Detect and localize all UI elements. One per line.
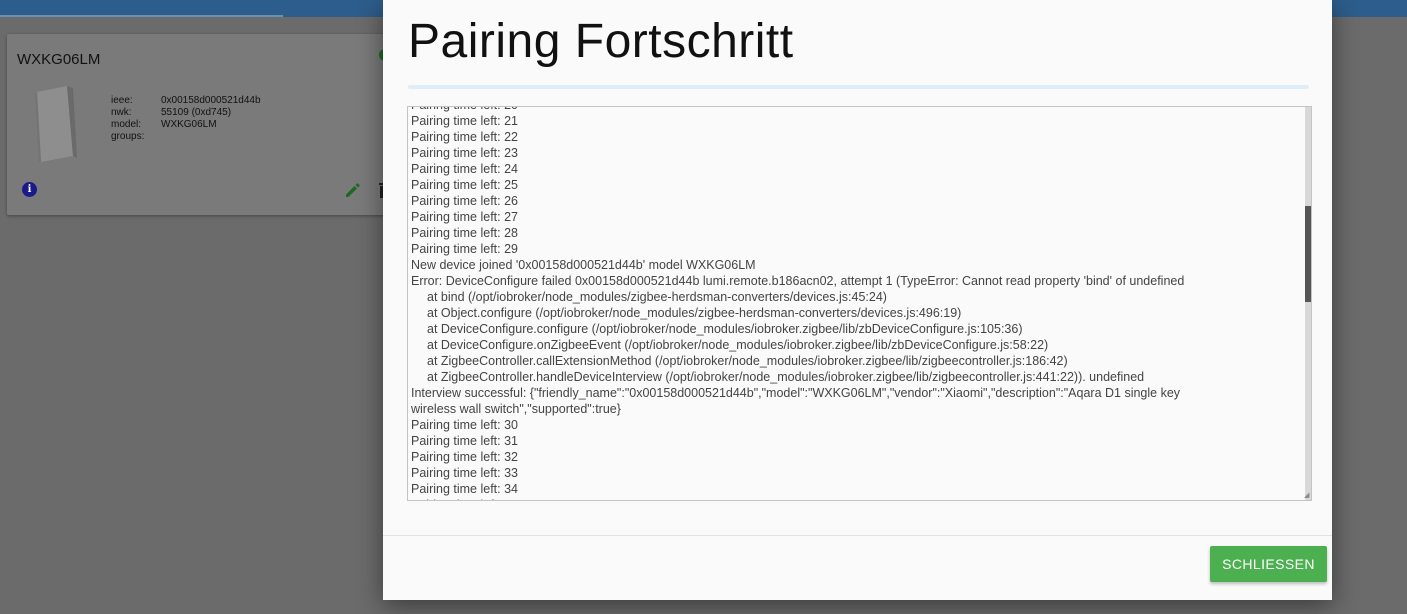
log-line: at bind (/opt/iobroker/node_modules/zigb… <box>427 290 887 304</box>
log-line: Error: DeviceConfigure failed 0x00158d00… <box>411 274 1185 288</box>
info-value: 55109 (0xd745) <box>161 107 232 118</box>
log-scrollbar-track[interactable] <box>1305 107 1311 500</box>
active-tab-indicator <box>0 15 283 17</box>
pairing-log-textarea[interactable]: Pairing time left: 20Pairing time left: … <box>407 106 1312 501</box>
log-scrollbar-thumb[interactable] <box>1305 206 1311 302</box>
info-row-model: model: WXKG06LM <box>111 119 261 131</box>
log-line: Interview successful: {"friendly_name":"… <box>411 386 1181 400</box>
close-button[interactable]: SCHLIESSEN <box>1210 546 1327 582</box>
log-line: Pairing time left: 29 <box>411 242 518 256</box>
log-line: Pairing time left: 33 <box>411 466 518 480</box>
info-row-ieee: ieee: 0x00158d000521d44b <box>111 95 261 107</box>
device-card-title: WXKG06LM <box>17 51 101 68</box>
log-line: Pairing time left: 35 <box>411 497 1301 500</box>
edit-pencil-icon[interactable] <box>344 181 362 199</box>
info-row-groups: groups: <box>111 131 261 143</box>
log-line: wireless wall switch","supported":true} <box>411 402 621 416</box>
log-line: Pairing time left: 34 <box>411 482 518 496</box>
log-line: at ZigbeeController.callExtensionMethod … <box>427 354 1068 368</box>
pairing-progress-bar <box>408 85 1309 89</box>
log-line: Pairing time left: 23 <box>411 146 518 160</box>
log-line: Pairing time left: 25 <box>411 178 518 192</box>
log-line: Pairing time left: 24 <box>411 162 518 176</box>
log-line: at ZigbeeController.handleDeviceIntervie… <box>427 370 1145 384</box>
log-line: at DeviceConfigure.configure (/opt/iobro… <box>427 322 1023 336</box>
device-info: ieee: 0x00158d000521d44b nwk: 55109 (0xd… <box>111 95 261 143</box>
log-line: Pairing time left: 20 <box>411 107 1301 113</box>
device-image <box>35 86 77 162</box>
info-value: 0x00158d000521d44b <box>161 95 261 106</box>
resize-handle-icon[interactable]: ◢ <box>1304 492 1310 499</box>
log-line: New device joined '0x00158d000521d44b' m… <box>411 258 756 272</box>
info-value: WXKG06LM <box>161 119 217 130</box>
info-key: ieee: <box>111 95 133 106</box>
log-line: Pairing time left: 26 <box>411 194 518 208</box>
pairing-progress-dialog: Pairing Fortschritt Pairing time left: 2… <box>383 0 1332 600</box>
dialog-title: Pairing Fortschritt <box>408 15 794 68</box>
info-icon[interactable]: i <box>22 182 37 197</box>
log-line: at Object.configure (/opt/iobroker/node_… <box>427 306 962 320</box>
log-line: Pairing time left: 32 <box>411 450 518 464</box>
footer-divider <box>383 535 1332 536</box>
log-line: Pairing time left: 28 <box>411 226 518 240</box>
log-line: Pairing time left: 30 <box>411 418 518 432</box>
device-card: WXKG06LM ieee: 0x00158d000521d44b nwk: 5… <box>7 34 407 215</box>
info-key: model: <box>111 119 142 130</box>
info-key: groups: <box>111 131 145 142</box>
pairing-log-content: Pairing time left: 20Pairing time left: … <box>411 107 1301 500</box>
log-line: Pairing time left: 31 <box>411 434 518 448</box>
log-line: at DeviceConfigure.onZigbeeEvent (/opt/i… <box>427 338 1049 352</box>
log-line: Pairing time left: 22 <box>411 130 518 144</box>
log-line: Pairing time left: 21 <box>411 114 518 128</box>
log-line: Pairing time left: 27 <box>411 210 518 224</box>
info-row-nwk: nwk: 55109 (0xd745) <box>111 107 261 119</box>
info-key: nwk: <box>111 107 132 118</box>
